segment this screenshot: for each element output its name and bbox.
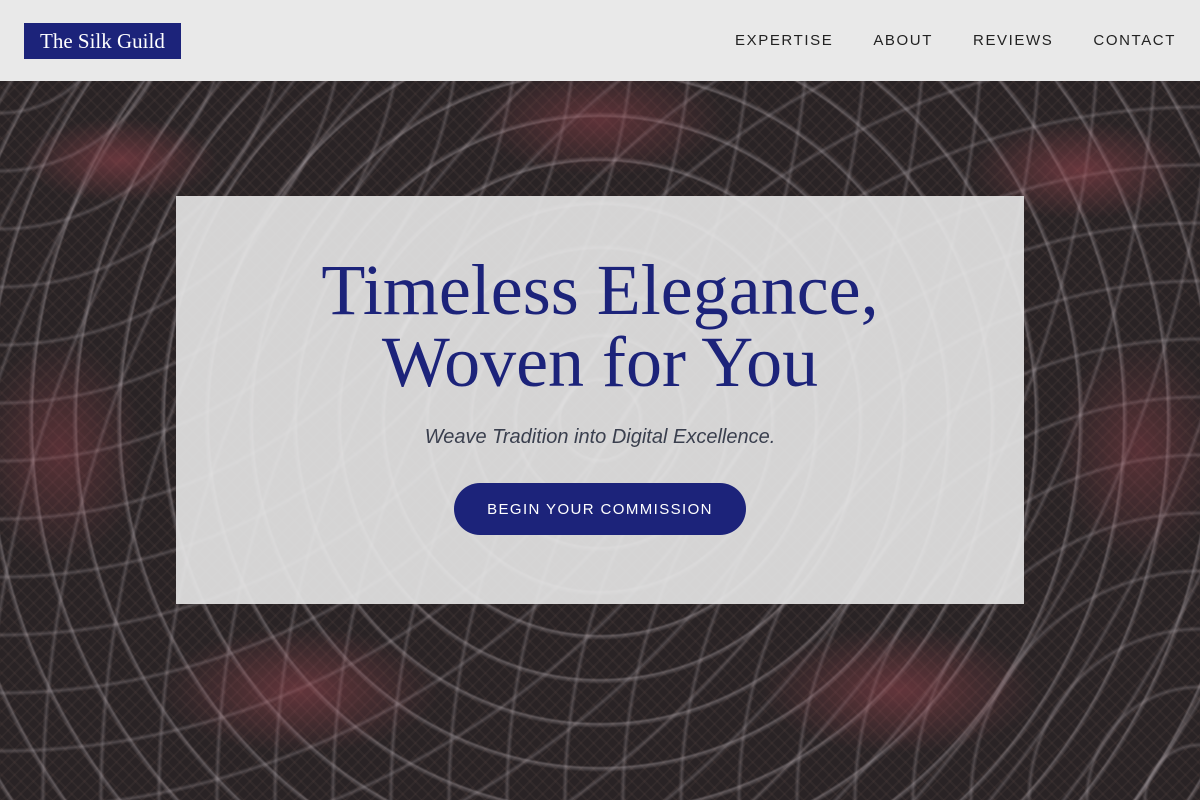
nav-link-about[interactable]: ABOUT [873, 32, 933, 49]
nav-link-reviews[interactable]: REVIEWS [973, 32, 1053, 49]
hero-title: Timeless Elegance, Woven for You [321, 254, 878, 398]
hero-card: Timeless Elegance, Woven for You Weave T… [176, 196, 1024, 604]
nav-link-expertise[interactable]: EXPERTISE [735, 32, 833, 49]
begin-commission-button[interactable]: BEGIN YOUR COMMISSION [454, 483, 746, 535]
site-header: The Silk Guild EXPERTISE ABOUT REVIEWS C… [0, 0, 1200, 81]
hero-title-line-1: Timeless Elegance, [321, 250, 879, 330]
hero-title-line-2: Woven for You [381, 322, 819, 402]
site-logo[interactable]: The Silk Guild [24, 22, 181, 59]
main-nav: EXPERTISE ABOUT REVIEWS CONTACT [735, 32, 1176, 49]
hero-subtitle: Weave Tradition into Digital Excellence. [424, 426, 776, 448]
nav-link-contact[interactable]: CONTACT [1093, 32, 1176, 49]
